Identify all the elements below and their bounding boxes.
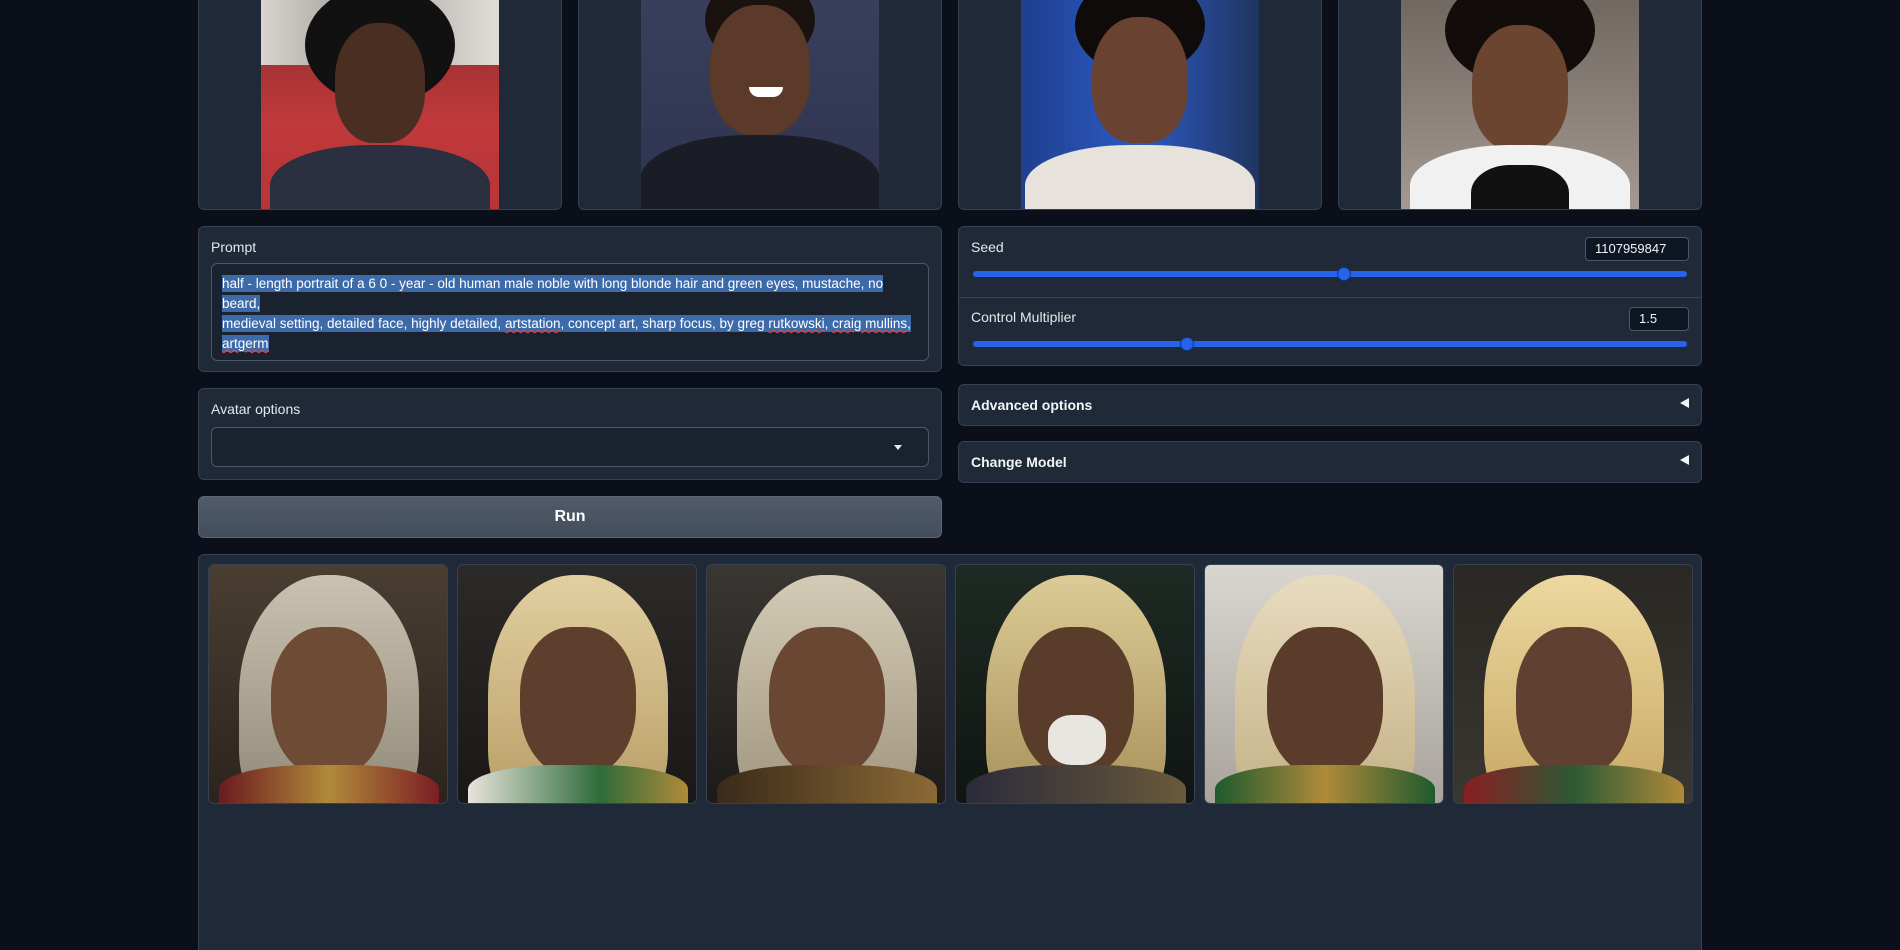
- change-model-label: Change Model: [971, 454, 1067, 470]
- prompt-line-2c: , concept art, sharp focus, by greg: [560, 316, 769, 331]
- prompt-line-2g: ,: [907, 316, 911, 331]
- advanced-options-label: Advanced options: [971, 397, 1093, 413]
- reference-photo-3: [1021, 0, 1259, 209]
- control-multiplier-slider[interactable]: [973, 337, 1687, 351]
- prompt-textarea[interactable]: half - length portrait of a 6 0 - year -…: [211, 263, 929, 361]
- reference-photo-2: [641, 0, 879, 209]
- reference-photo-panel-2: [578, 0, 942, 210]
- control-multiplier-input[interactable]: 1.5: [1629, 307, 1689, 331]
- generated-portrait-1[interactable]: [208, 564, 448, 804]
- seed-slider[interactable]: [973, 267, 1687, 281]
- chevron-down-icon: [894, 445, 902, 450]
- seed-slider-thumb[interactable]: [1337, 267, 1352, 281]
- prompt-line-2d: rutkowski: [768, 316, 825, 331]
- sliders-divider: [959, 297, 1701, 298]
- change-model-accordion[interactable]: Change Model: [958, 441, 1702, 483]
- control-multiplier-label: Control Multiplier: [971, 309, 1077, 325]
- triangle-left-icon: [1680, 455, 1689, 465]
- prompt-line-3: artgerm: [222, 335, 269, 352]
- reference-photo-panel-3: [958, 0, 1322, 210]
- triangle-left-icon: [1680, 398, 1689, 408]
- avatar-options-panel: Avatar options: [198, 388, 942, 480]
- reference-photo-panel-1: [198, 0, 562, 210]
- generated-portrait-5[interactable]: [1204, 564, 1444, 804]
- reference-photo-1: [261, 0, 499, 209]
- generated-portrait-3[interactable]: [706, 564, 946, 804]
- generated-portrait-4[interactable]: [955, 564, 1195, 804]
- generated-portrait-2[interactable]: [457, 564, 697, 804]
- seed-input[interactable]: 1107959847: [1585, 237, 1689, 261]
- prompt-line-2b: artstation: [504, 316, 561, 331]
- advanced-options-accordion[interactable]: Advanced options: [958, 384, 1702, 426]
- avatar-options-label: Avatar options: [211, 401, 301, 417]
- prompt-panel: Prompt half - length portrait of a 6 0 -…: [198, 226, 942, 372]
- prompt-label: Prompt: [211, 239, 257, 255]
- reference-photo-4: [1401, 0, 1639, 209]
- prompt-line-2e: ,: [824, 316, 833, 331]
- sliders-panel: Seed 1107959847 Control Multiplier 1.5: [958, 226, 1702, 366]
- generated-portrait-6[interactable]: [1453, 564, 1693, 804]
- prompt-line-2a: medieval setting, detailed face, highly …: [222, 316, 505, 331]
- prompt-line-1: half - length portrait of a 6 0 - year -…: [222, 275, 884, 312]
- run-button[interactable]: Run: [198, 496, 942, 538]
- avatar-options-dropdown[interactable]: [211, 427, 929, 467]
- reference-photo-panel-4: [1338, 0, 1702, 210]
- seed-label: Seed: [971, 239, 1004, 255]
- prompt-line-2f: craig mullins: [832, 316, 908, 331]
- control-multiplier-slider-thumb[interactable]: [1180, 337, 1195, 351]
